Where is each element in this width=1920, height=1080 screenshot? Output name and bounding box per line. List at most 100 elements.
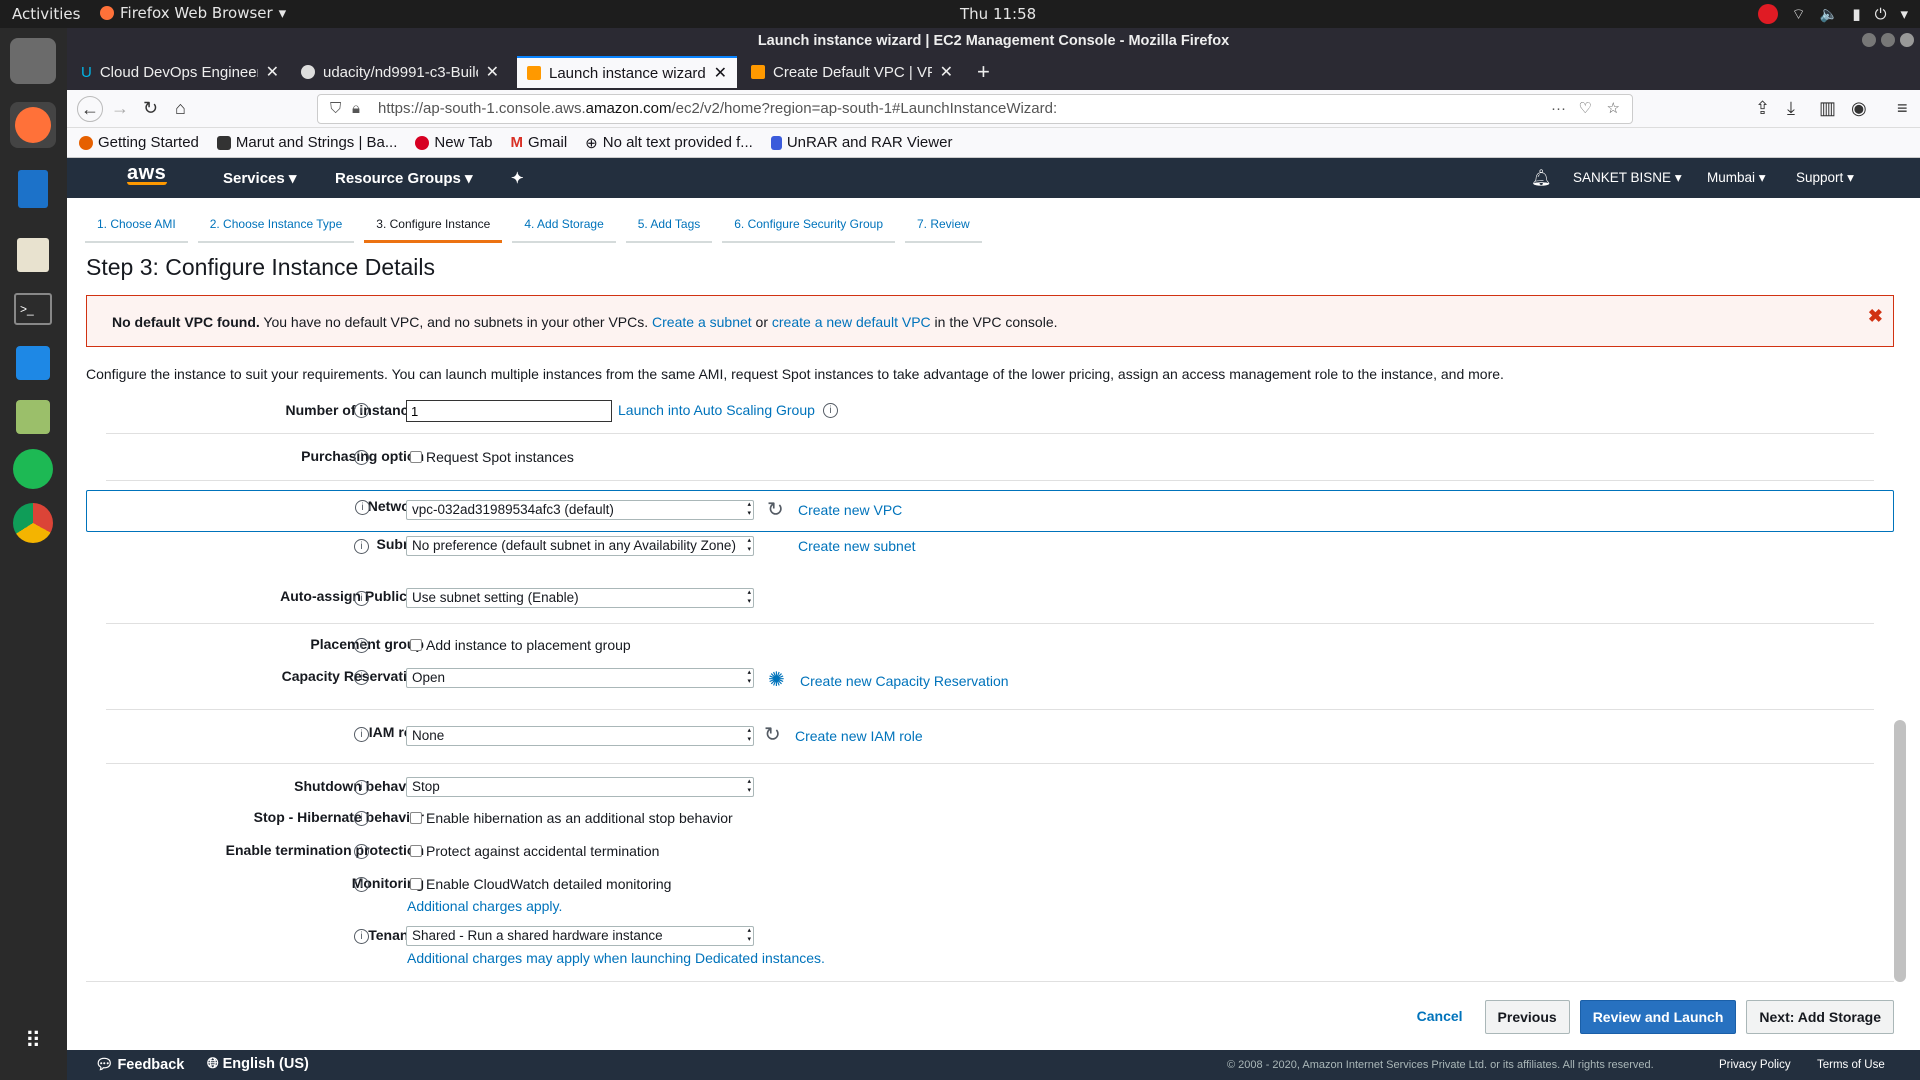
cancel-button[interactable]: Cancel — [1405, 1000, 1475, 1034]
review-and-launch-button[interactable]: Review and Launch — [1579, 1000, 1737, 1034]
step-choose-instance-type[interactable]: 2. Choose Instance Type — [197, 213, 355, 243]
sidebar-icon[interactable]: ▥ — [1819, 98, 1836, 119]
home-button[interactable]: ⌂ — [175, 98, 186, 119]
support-menu[interactable]: Support ▾ — [1796, 170, 1854, 186]
scrollbar[interactable] — [1894, 720, 1906, 982]
step-add-storage[interactable]: 4. Add Storage — [512, 213, 616, 243]
create-new-subnet-link[interactable]: Create new subnet — [798, 538, 916, 554]
language-selector[interactable]: 🌐︎ English (US) — [207, 1056, 309, 1072]
forward-button[interactable]: → — [111, 98, 129, 119]
info-icon[interactable]: i — [354, 929, 369, 944]
library-icon[interactable]: ⇪ — [1755, 98, 1770, 119]
capacity-reservation-select[interactable]: Open — [406, 668, 754, 688]
pin-icon[interactable]: ✦ — [511, 169, 524, 187]
tab-cloud-devops[interactable]: U Cloud DevOps Engineer ✕ — [71, 56, 289, 88]
back-button[interactable]: ← — [77, 96, 103, 122]
info-icon[interactable]: i — [355, 500, 370, 515]
info-icon[interactable]: i — [354, 877, 369, 892]
info-icon[interactable]: i — [823, 403, 838, 418]
menu-icon[interactable]: ≡ — [1897, 98, 1908, 119]
create-new-vpc-link[interactable]: Create new VPC — [798, 502, 902, 518]
bookmark-star-icon[interactable]: ☆ — [1607, 95, 1620, 123]
terminal-icon[interactable]: >_ — [10, 286, 56, 332]
info-icon[interactable]: i — [354, 844, 369, 859]
text-editor-icon[interactable] — [10, 232, 56, 278]
auto-assign-public-ip-select[interactable]: Use subnet setting (Enable) — [406, 588, 754, 608]
bookmark-unrar[interactable]: UnRAR and RAR Viewer — [770, 134, 952, 151]
network-select[interactable]: vpc-032ad31989534afc3 (default) — [406, 500, 754, 520]
download-icon[interactable]: ⤓ — [1787, 98, 1795, 119]
info-icon[interactable]: i — [354, 811, 369, 826]
account-icon[interactable]: ◉ — [1851, 98, 1867, 119]
region-menu[interactable]: Mumbai ▾ — [1707, 170, 1766, 186]
writer-icon[interactable] — [10, 166, 56, 212]
activities-button[interactable]: Activities — [12, 5, 80, 23]
tenancy-select[interactable]: Shared - Run a shared hardware instance — [406, 926, 754, 946]
notifications-bell-icon[interactable]: 🔔︎ — [1531, 168, 1551, 188]
step-configure-security-group[interactable]: 6. Configure Security Group — [722, 213, 895, 243]
info-icon[interactable]: i — [354, 403, 369, 418]
close-tab-icon[interactable]: ✕ — [940, 62, 953, 82]
resource-groups-menu[interactable]: Resource Groups ▾ — [335, 169, 473, 187]
image-viewer-icon[interactable] — [10, 394, 56, 440]
create-new-iam-role-link[interactable]: Create new IAM role — [795, 728, 923, 744]
info-icon[interactable]: i — [354, 727, 369, 742]
info-icon[interactable]: i — [354, 450, 369, 465]
termination-protection-checkbox[interactable]: Protect against accidental termination — [410, 843, 659, 859]
app-menu[interactable]: Firefox Web Browser ▾ — [100, 4, 286, 22]
bookmark-gmail[interactable]: M Gmail — [510, 134, 567, 151]
placement-group-checkbox[interactable]: Add instance to placement group — [410, 637, 631, 653]
url-bar[interactable]: ⛉ 🔒︎ https://ap-south-1.console.aws.amaz… — [317, 94, 1633, 124]
request-spot-checkbox[interactable]: Request Spot instances — [410, 449, 574, 465]
enable-hibernation-checkbox[interactable]: Enable hibernation as an additional stop… — [410, 810, 733, 826]
step-add-tags[interactable]: 5. Add Tags — [625, 213, 713, 243]
aws-logo[interactable]: aws — [127, 162, 167, 185]
services-menu[interactable]: Services ▾ — [223, 169, 296, 187]
close-tab-icon[interactable]: ✕ — [486, 62, 499, 82]
page-actions-icon[interactable]: ··· — [1551, 95, 1566, 123]
refresh-icon[interactable]: ↻ — [767, 497, 784, 522]
subnet-select[interactable]: No preference (default subnet in any Ava… — [406, 536, 754, 556]
feedback-button[interactable]: 💬︎ Feedback — [95, 1056, 184, 1073]
tab-create-vpc[interactable]: Create Default VPC | VPC ✕ — [741, 56, 963, 88]
additional-charges-link[interactable]: Additional charges apply. — [407, 898, 562, 914]
auto-scaling-group-link[interactable]: Launch into Auto Scaling Group — [618, 402, 815, 418]
info-icon[interactable]: i — [354, 591, 369, 606]
create-default-vpc-link[interactable]: create a new default VPC — [772, 314, 931, 330]
show-apps-icon[interactable]: ⠿ — [10, 1018, 56, 1064]
new-tab-button[interactable]: + — [967, 56, 1003, 88]
vscode-icon[interactable] — [10, 340, 56, 386]
bookmark-no-alt[interactable]: ⊕ No alt text provided f... — [585, 134, 753, 152]
info-icon[interactable]: i — [354, 539, 369, 554]
number-of-instances-input[interactable] — [406, 400, 612, 422]
clock[interactable]: Thu 11:58 — [960, 5, 1036, 23]
files-icon[interactable] — [10, 38, 56, 84]
system-tray[interactable]: ⌔ 🔈 ▮ ⏻ ▾ — [1757, 4, 1908, 24]
account-menu[interactable]: SANKET BISNE ▾ — [1573, 170, 1682, 186]
reload-button[interactable]: ↻ — [143, 98, 158, 119]
step-choose-ami[interactable]: 1. Choose AMI — [85, 213, 188, 243]
close-tab-icon[interactable]: ✕ — [714, 63, 727, 83]
create-subnet-link[interactable]: Create a subnet — [652, 314, 752, 330]
close-icon[interactable]: ✖ — [1868, 306, 1883, 327]
step-configure-instance[interactable]: 3. Configure Instance — [364, 213, 503, 243]
minimize-button[interactable] — [1862, 33, 1876, 47]
cloudwatch-monitoring-checkbox[interactable]: Enable CloudWatch detailed monitoring — [410, 876, 671, 892]
firefox-dock-icon[interactable] — [10, 102, 56, 148]
step-review[interactable]: 7. Review — [905, 213, 982, 243]
bookmark-marut[interactable]: Marut and Strings | Ba... — [216, 134, 397, 151]
dedicated-charges-link[interactable]: Additional charges may apply when launch… — [407, 950, 825, 966]
close-window-button[interactable] — [1900, 33, 1914, 47]
bookmark-getting-started[interactable]: Getting Started — [79, 134, 199, 151]
chrome-icon[interactable] — [10, 500, 56, 546]
tab-github[interactable]: udacity/nd9991-c3-Build ✕ — [291, 56, 509, 88]
iam-role-select[interactable]: None — [406, 726, 754, 746]
maximize-button[interactable] — [1881, 33, 1895, 47]
info-icon[interactable]: i — [354, 670, 369, 685]
info-icon[interactable]: i — [354, 780, 369, 795]
refresh-icon[interactable]: ↻ — [764, 722, 781, 747]
bookmark-new-tab[interactable]: New Tab — [415, 134, 492, 151]
create-capacity-reservation-link[interactable]: Create new Capacity Reservation — [800, 673, 1009, 689]
previous-button[interactable]: Previous — [1484, 1000, 1570, 1034]
info-icon[interactable]: i — [354, 638, 369, 653]
